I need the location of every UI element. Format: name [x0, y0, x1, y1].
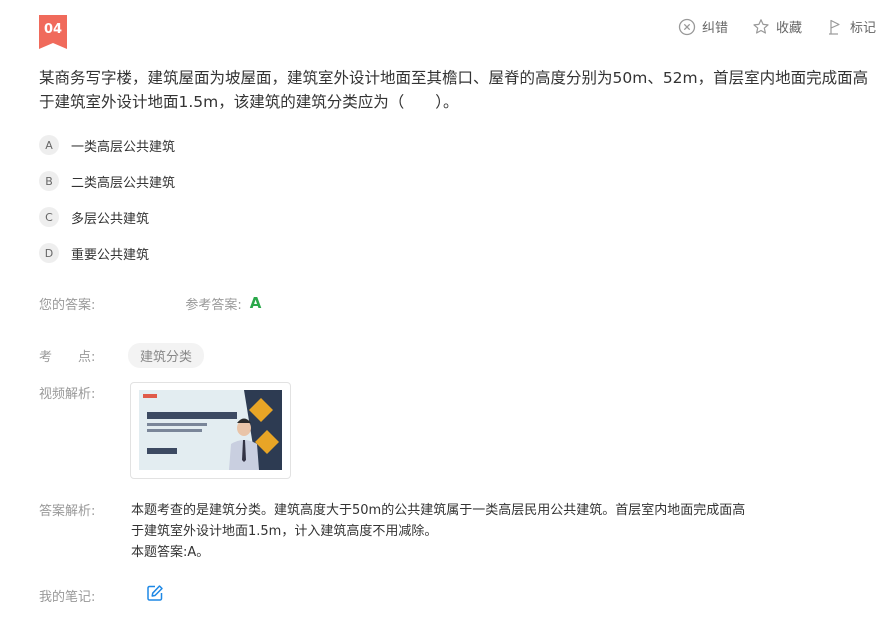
- option-c[interactable]: C 多层公共建筑: [39, 199, 175, 235]
- option-b[interactable]: B 二类高层公共建筑: [39, 163, 175, 199]
- reference-answer-label: 参考答案:: [185, 298, 242, 313]
- collect-button[interactable]: 收藏: [752, 17, 802, 36]
- your-answer-label: 您的答案:: [39, 298, 96, 313]
- mark-label: 标记: [849, 21, 876, 36]
- option-text: 重要公共建筑: [71, 247, 150, 263]
- analysis-line: 本题答案:A。: [131, 545, 210, 560]
- my-notes-label: 我的笔记:: [39, 590, 96, 605]
- video-analysis-label: 视频解析:: [39, 387, 96, 402]
- question-toolbar: 纠错 收藏 标记: [678, 17, 876, 36]
- knowledge-label-a: 考: [39, 350, 53, 365]
- knowledge-point-label: 考 点:: [39, 346, 128, 365]
- knowledge-label-b: 点:: [78, 350, 96, 365]
- report-error-label: 纠错: [701, 21, 728, 36]
- option-letter: A: [39, 135, 59, 155]
- report-error-button[interactable]: 纠错: [678, 17, 728, 36]
- question-text: 某商务写字楼，建筑屋面为坡屋面，建筑室外设计地面至其檐口、屋脊的高度分别为50m…: [39, 69, 869, 111]
- option-text: 多层公共建筑: [71, 211, 150, 227]
- option-a[interactable]: A 一类高层公共建筑: [39, 127, 175, 163]
- reference-answer-value: A: [249, 294, 262, 312]
- knowledge-point-row: 考 点: 建筑分类: [39, 343, 205, 368]
- lecture-thumbnail-image: [139, 390, 282, 470]
- edit-icon: [147, 585, 163, 601]
- question-number-badge: 04: [39, 15, 67, 49]
- edit-note-button[interactable]: [146, 584, 164, 606]
- analysis-line: 本题考查的是建筑分类。建筑高度大于50m的公共建筑属于一类高层民用公共建筑。首层…: [131, 503, 746, 518]
- option-letter: C: [39, 207, 59, 227]
- error-circle-icon: [678, 18, 696, 35]
- option-letter: B: [39, 171, 59, 191]
- answer-analysis-label: 答案解析:: [39, 504, 96, 519]
- video-thumbnail-card[interactable]: [130, 382, 291, 479]
- knowledge-point-tag[interactable]: 建筑分类: [128, 343, 205, 368]
- video-thumbnail: [139, 390, 282, 470]
- answer-row: 您的答案: 参考答案: A: [39, 294, 261, 313]
- collect-label: 收藏: [775, 21, 802, 36]
- flag-icon: [828, 19, 840, 35]
- options-list: A 一类高层公共建筑 B 二类高层公共建筑 C 多层公共建筑 D 重要公共建筑: [39, 127, 175, 271]
- option-letter: D: [39, 243, 59, 263]
- analysis-line: 于建筑室外设计地面1.5m，计入建筑高度不用减除。: [131, 524, 438, 539]
- option-d[interactable]: D 重要公共建筑: [39, 235, 175, 271]
- option-text: 二类高层公共建筑: [71, 175, 176, 191]
- star-icon: [753, 18, 769, 34]
- answer-analysis-text: 本题考查的是建筑分类。建筑高度大于50m的公共建筑属于一类高层民用公共建筑。首层…: [131, 500, 811, 563]
- mark-button[interactable]: 标记: [826, 17, 876, 36]
- option-text: 一类高层公共建筑: [71, 139, 176, 155]
